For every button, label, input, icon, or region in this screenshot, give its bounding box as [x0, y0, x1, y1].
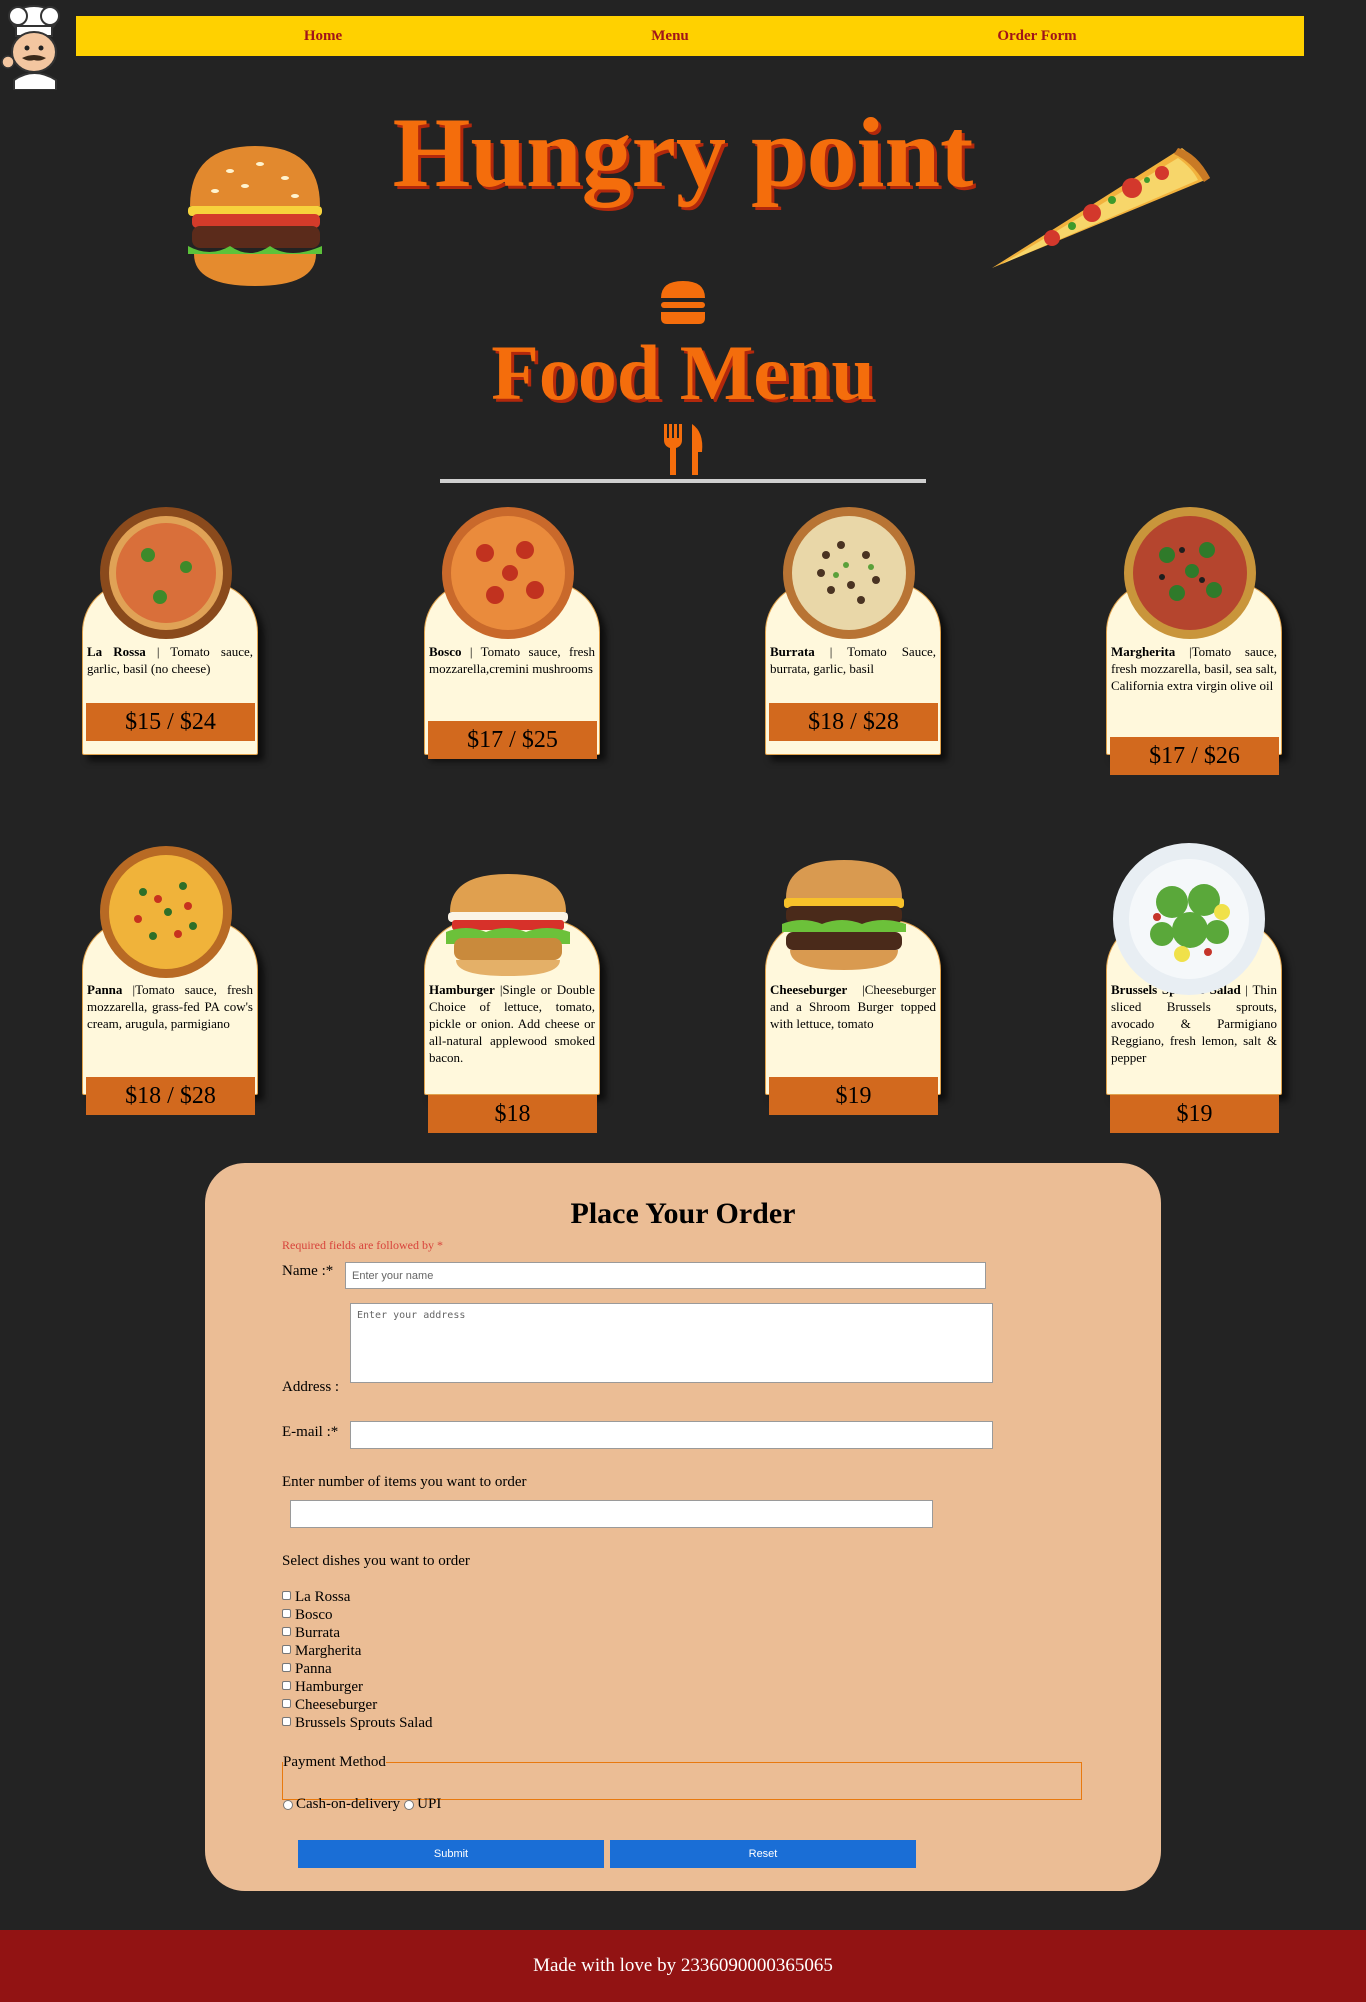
nav-menu-link[interactable]: Menu — [651, 28, 689, 45]
quantity-input[interactable] — [290, 1500, 933, 1528]
menu-item-price: $19 — [1110, 1095, 1279, 1133]
payment-options: Cash-on-delivery UPI — [283, 1796, 441, 1813]
dish-option[interactable]: Bosco — [282, 1606, 433, 1624]
menu-item-name: Bosco — [429, 644, 462, 659]
dish-checkbox-list: La Rossa Bosco Burrata Margherita Panna … — [282, 1588, 433, 1732]
pizza-image — [1124, 507, 1256, 639]
dish-option[interactable]: Brussels Sprouts Salad — [282, 1714, 433, 1732]
menu-item-price: $18 / $28 — [769, 703, 938, 741]
payment-method-legend: Payment Method — [283, 1754, 386, 1770]
burger-image — [782, 860, 906, 970]
menu-item-price: $18 — [428, 1095, 597, 1133]
checkbox[interactable] — [282, 1626, 291, 1636]
checkbox[interactable] — [282, 1608, 291, 1618]
reset-button[interactable]: Reset — [610, 1840, 916, 1868]
menu-item-description: La Rossa | Tomato sauce, garlic, basil (… — [87, 644, 254, 676]
fork-knife-icon — [664, 424, 703, 475]
menu-item-description: Bosco | Tomato sauce, fresh mozzarella,c… — [429, 644, 595, 676]
menu-divider — [440, 479, 926, 483]
burger-image — [446, 874, 570, 976]
email-input[interactable] — [350, 1421, 993, 1449]
menu-item-price: $18 / $28 — [86, 1077, 255, 1115]
checkbox[interactable] — [282, 1644, 291, 1654]
menu-item-price: $17 / $25 — [428, 721, 597, 759]
cash-on-delivery-radio[interactable] — [283, 1799, 293, 1810]
pizza-image — [442, 507, 574, 639]
pizza-image — [100, 507, 232, 639]
menu-item-description: Cheeseburger |Cheeseburger and a Shroom … — [770, 982, 936, 1031]
menu-item-name: Panna — [87, 982, 123, 997]
upi-radio[interactable] — [404, 1799, 415, 1810]
dish-option[interactable]: Hamburger — [282, 1678, 433, 1696]
menu-item-description: Hamburger |Single or Double Choice of le… — [429, 982, 595, 1065]
menu-item-description: Panna |Tomato sauce, fresh mozzarella, g… — [87, 982, 253, 1031]
nav-home-link[interactable]: Home — [304, 28, 342, 45]
dish-option[interactable]: Panna — [282, 1660, 433, 1678]
burger-image — [188, 146, 322, 286]
checkbox[interactable] — [282, 1680, 291, 1690]
footer-text: Made with love by 2336090000365065 — [533, 1955, 833, 1976]
required-note: Required fields are followed by * — [282, 1238, 443, 1252]
quantity-label: Enter number of items you want to order — [282, 1474, 527, 1490]
menu-item-price: $17 / $26 — [1110, 737, 1279, 775]
dish-option[interactable]: Burrata — [282, 1624, 433, 1642]
menu-item-name: Burrata — [770, 644, 815, 659]
checkbox[interactable] — [282, 1698, 291, 1708]
submit-button[interactable]: Submit — [298, 1840, 604, 1868]
payment-method-fieldset: Payment Method Cash-on-delivery UPI — [282, 1754, 1082, 1812]
name-label: Name :* — [282, 1263, 334, 1279]
pizza-slice-image — [992, 148, 1210, 268]
nav-order-form-link[interactable]: Order Form — [997, 28, 1076, 45]
menu-item-name: La Rossa — [87, 644, 146, 659]
menu-item-description: Margherita |Tomato sauce, fresh mozzarel… — [1111, 644, 1277, 693]
email-label: E-mail :* — [282, 1424, 339, 1440]
salad-image — [1113, 843, 1265, 995]
order-form: Place Your Order Required fields are fol… — [205, 1163, 1161, 1891]
checkbox[interactable] — [282, 1662, 291, 1672]
menu-item-name: Margherita — [1111, 644, 1176, 659]
menu-item-description: Burrata | Tomato Sauce, burrata, garlic,… — [770, 644, 936, 676]
order-form-heading: Place Your Order — [570, 1197, 796, 1230]
dishes-label: Select dishes you want to order — [282, 1553, 470, 1569]
pizza-image — [100, 846, 232, 978]
address-label: Address : — [282, 1379, 340, 1395]
address-textarea[interactable] — [350, 1303, 993, 1383]
chef-logo[interactable] — [0, 2, 68, 90]
name-input[interactable] — [345, 1262, 986, 1289]
checkbox[interactable] — [282, 1716, 291, 1726]
burger-icon — [661, 281, 705, 324]
menu-item-price: $19 — [769, 1077, 938, 1115]
pizza-image — [783, 507, 915, 639]
food-menu-title: Food Menu — [491, 329, 875, 416]
dish-option[interactable]: Margherita — [282, 1642, 433, 1660]
top-navigation: Home Menu Order Form — [76, 16, 1304, 56]
dish-option[interactable]: La Rossa — [282, 1588, 433, 1606]
checkbox[interactable] — [282, 1590, 291, 1600]
menu-item-name: Cheeseburger — [770, 982, 848, 997]
menu-item-name: Hamburger — [429, 982, 495, 997]
dish-option[interactable]: Cheeseburger — [282, 1696, 433, 1714]
menu-item-price: $15 / $24 — [86, 703, 255, 741]
footer: Made with love by 2336090000365065 — [0, 1930, 1366, 2002]
